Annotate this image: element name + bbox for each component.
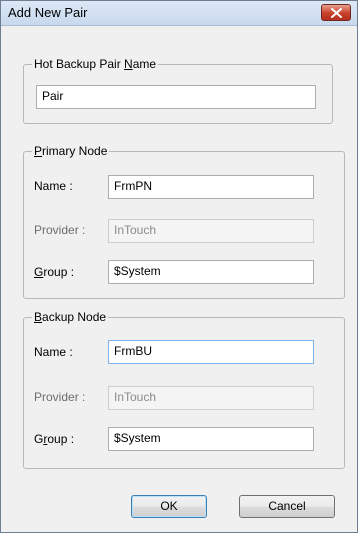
dialog-title: Add New Pair bbox=[8, 5, 88, 20]
primary-provider-input: InTouch bbox=[108, 219, 314, 243]
primary-group-label: Group : bbox=[34, 265, 75, 279]
title-bar[interactable]: Add New Pair bbox=[1, 1, 357, 26]
pair-name-legend: Hot Backup Pair Name bbox=[32, 57, 159, 71]
backup-provider-label: Provider : bbox=[34, 390, 86, 404]
primary-group-input[interactable]: $System bbox=[108, 260, 314, 284]
pair-name-group: Hot Backup Pair Name Pair bbox=[23, 57, 333, 124]
pair-name-input[interactable]: Pair bbox=[36, 85, 316, 109]
cancel-button[interactable]: Cancel bbox=[239, 495, 335, 518]
close-button[interactable] bbox=[321, 4, 351, 21]
backup-node-group: Backup Node Name : FrmBU Provider : InTo… bbox=[23, 310, 345, 469]
primary-node-group: Primary Node Name : FrmPN Provider : InT… bbox=[23, 144, 345, 299]
backup-node-legend: Backup Node bbox=[32, 310, 109, 324]
primary-provider-label: Provider : bbox=[34, 223, 86, 237]
backup-name-input[interactable]: FrmBU bbox=[108, 340, 314, 364]
backup-provider-input: InTouch bbox=[108, 386, 314, 410]
backup-group-label: Group : bbox=[34, 432, 75, 446]
add-new-pair-dialog: Add New Pair Hot Backup Pair Name Pair P… bbox=[0, 0, 358, 533]
close-icon bbox=[331, 8, 342, 18]
primary-name-input[interactable]: FrmPN bbox=[108, 175, 314, 199]
primary-node-legend: Primary Node bbox=[32, 144, 110, 158]
backup-group-input[interactable]: $System bbox=[108, 427, 314, 451]
primary-name-label: Name : bbox=[34, 179, 73, 193]
ok-button[interactable]: OK bbox=[131, 495, 207, 518]
backup-name-label: Name : bbox=[34, 345, 73, 359]
